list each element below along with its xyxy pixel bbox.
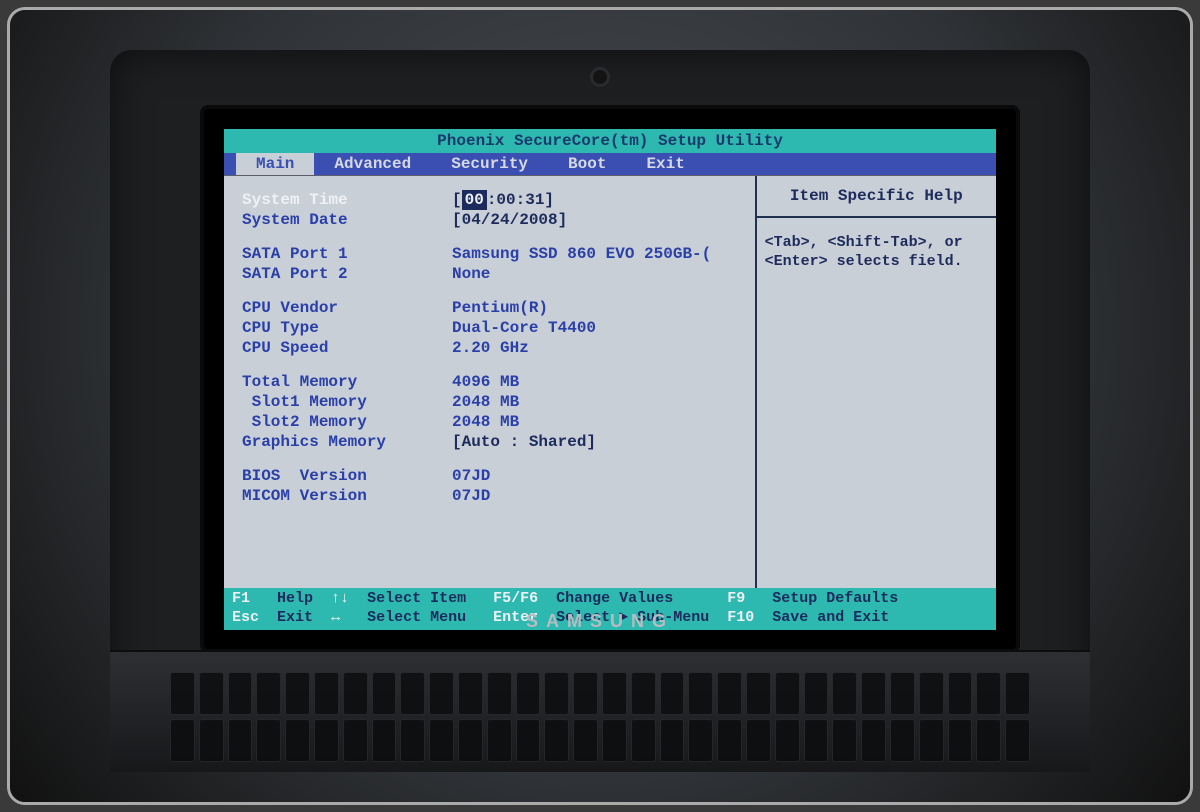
label: SATA Port 1 <box>242 244 452 264</box>
field-total-memory: Total Memory 4096 MB <box>242 372 745 392</box>
label: CPU Speed <box>242 338 452 358</box>
help-panel: Item Specific Help <Tab>, <Shift-Tab>, o… <box>755 176 996 588</box>
hint-select-item: Select Item <box>367 590 466 607</box>
label: CPU Vendor <box>242 298 452 318</box>
field-bios-version: BIOS Version 07JD <box>242 466 745 486</box>
value: [04/24/2008] <box>452 210 567 230</box>
bracket: [ <box>452 190 462 210</box>
system-time-rest: :00:31] <box>487 190 554 210</box>
field-cpu-speed: CPU Speed 2.20 GHz <box>242 338 745 358</box>
label: SATA Port 2 <box>242 264 452 284</box>
value: 07JD <box>452 486 490 506</box>
hint-help: Help <box>277 590 313 607</box>
keyboard-deck <box>110 650 1090 772</box>
value: Samsung SSD 860 EVO 250GB-( <box>452 244 711 264</box>
screen-bezel: Phoenix SecureCore(tm) Setup Utility Mai… <box>200 105 1020 653</box>
main-panel: System Time [00:00:31] System Date [04/2… <box>224 176 755 588</box>
value: Dual-Core T4400 <box>452 318 596 338</box>
field-graphics-memory[interactable]: Graphics Memory [Auto : Shared] <box>242 432 745 452</box>
field-sata2: SATA Port 2 None <box>242 264 745 284</box>
laptop-body: Phoenix SecureCore(tm) Setup Utility Mai… <box>110 50 1090 772</box>
label: Slot1 Memory <box>242 392 452 412</box>
tab-exit[interactable]: Exit <box>626 153 704 175</box>
label: MICOM Version <box>242 486 452 506</box>
label: BIOS Version <box>242 466 452 486</box>
webcam-icon <box>593 70 607 84</box>
bios-title: Phoenix SecureCore(tm) Setup Utility <box>224 129 996 153</box>
field-system-date[interactable]: System Date [04/24/2008] <box>242 210 745 230</box>
key-updown: ↑↓ <box>331 590 349 607</box>
hint-exit: Exit <box>277 609 313 626</box>
value: 2.20 GHz <box>452 338 529 358</box>
tab-main[interactable]: Main <box>236 153 314 175</box>
bios-content: System Time [00:00:31] System Date [04/2… <box>224 175 996 588</box>
value: None <box>452 264 490 284</box>
key-leftright: ↔ <box>331 609 340 626</box>
field-slot1-memory: Slot1 Memory 2048 MB <box>242 392 745 412</box>
label: Graphics Memory <box>242 432 452 452</box>
value: 07JD <box>452 466 490 486</box>
system-time-hours[interactable]: 00 <box>462 190 487 210</box>
value: 2048 MB <box>452 412 519 432</box>
tab-advanced[interactable]: Advanced <box>314 153 431 175</box>
value: 4096 MB <box>452 372 519 392</box>
laptop-brand: SAMSUNG <box>526 611 674 632</box>
hint-change-values: Change Values <box>556 590 673 607</box>
label: System Time <box>242 190 452 210</box>
label: CPU Type <box>242 318 452 338</box>
field-slot2-memory: Slot2 Memory 2048 MB <box>242 412 745 432</box>
help-body: <Tab>, <Shift-Tab>, or <Enter> selects f… <box>757 218 996 288</box>
photo-frame: Phoenix SecureCore(tm) Setup Utility Mai… <box>7 7 1193 805</box>
value: [Auto : Shared] <box>452 432 596 452</box>
label: Slot2 Memory <box>242 412 452 432</box>
field-cpu-vendor: CPU Vendor Pentium(R) <box>242 298 745 318</box>
label: Total Memory <box>242 372 452 392</box>
field-system-time[interactable]: System Time [00:00:31] <box>242 190 745 210</box>
field-micom-version: MICOM Version 07JD <box>242 486 745 506</box>
key-f10: F10 <box>727 609 754 626</box>
field-sata1: SATA Port 1 Samsung SSD 860 EVO 250GB-( <box>242 244 745 264</box>
hint-save-exit: Save and Exit <box>772 609 889 626</box>
keyboard-keys <box>170 672 1030 762</box>
field-cpu-type: CPU Type Dual-Core T4400 <box>242 318 745 338</box>
key-esc: Esc <box>232 609 259 626</box>
key-f1: F1 <box>232 590 250 607</box>
value: Pentium(R) <box>452 298 548 318</box>
key-f5f6: F5/F6 <box>493 590 538 607</box>
hint-setup-defaults: Setup Defaults <box>772 590 898 607</box>
value: 2048 MB <box>452 392 519 412</box>
bios-screen: Phoenix SecureCore(tm) Setup Utility Mai… <box>224 129 996 629</box>
label: System Date <box>242 210 452 230</box>
help-title: Item Specific Help <box>757 176 996 218</box>
tab-boot[interactable]: Boot <box>548 153 626 175</box>
key-f9: F9 <box>727 590 745 607</box>
tab-security[interactable]: Security <box>431 153 548 175</box>
bios-menu: Main Advanced Security Boot Exit <box>224 153 996 175</box>
hint-select-menu: Select Menu <box>367 609 466 626</box>
